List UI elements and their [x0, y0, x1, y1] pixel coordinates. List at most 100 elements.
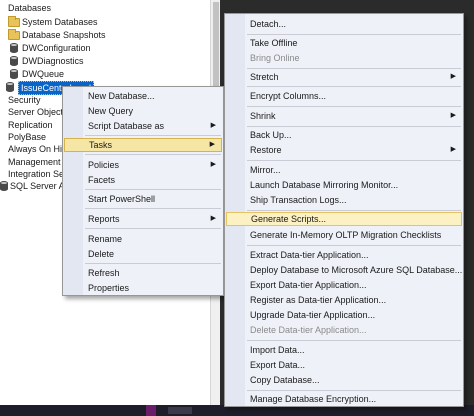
menu-item-label: Manage Database Encryption...	[250, 394, 377, 404]
menu-item-start-powershell[interactable]: Start PowerShell	[64, 192, 222, 206]
menu-item-upgrade-data-tier[interactable]: Upgrade Data-tier Application...	[226, 308, 462, 322]
tree-node-label: Databases	[8, 3, 52, 13]
menu-item-ship-transaction-logs[interactable]: Ship Transaction Logs...	[226, 193, 462, 207]
menu-item-generate-oltp-checklists[interactable]: Generate In-Memory OLTP Migration Checkl…	[226, 228, 462, 242]
menu-separator	[247, 340, 461, 341]
taskbar-app-button[interactable]	[168, 407, 192, 414]
menu-item-label: Export Data...	[250, 360, 306, 370]
tree-node-label: DWQueue	[22, 69, 65, 79]
menu-item-bring-online[interactable]: Bring Online	[226, 51, 462, 65]
menu-item-label: Extract Data-tier Application...	[250, 250, 369, 260]
menu-item-back-up[interactable]: Back Up...	[226, 128, 462, 142]
menu-item-rename[interactable]: Rename	[64, 232, 222, 246]
menu-separator	[247, 86, 461, 87]
submenu-arrow-icon: ▶	[210, 161, 216, 168]
menu-item-shrink[interactable]: Shrink ▶	[226, 109, 462, 123]
menu-separator	[247, 245, 461, 246]
menu-item-launch-mirroring-monitor[interactable]: Launch Database Mirroring Monitor...	[226, 178, 462, 192]
menu-item-export-data-tier[interactable]: Export Data-tier Application...	[226, 278, 462, 292]
menu-item-label: Import Data...	[250, 345, 305, 355]
menu-item-manage-encryption[interactable]: Manage Database Encryption...	[226, 392, 462, 406]
menu-item-label: Detach...	[250, 19, 287, 29]
menu-item-policies[interactable]: Policies ▶	[64, 158, 222, 172]
submenu-arrow-icon: ▶	[209, 141, 215, 148]
menu-item-restore[interactable]: Restore ▶	[226, 143, 462, 157]
menu-item-label: Script Database as	[88, 121, 165, 131]
menu-item-new-database[interactable]: New Database...	[64, 89, 222, 103]
submenu-arrow-icon: ▶	[450, 73, 456, 80]
menu-item-generate-scripts[interactable]: Generate Scripts...	[226, 212, 462, 226]
menu-item-label: Generate Scripts...	[251, 214, 327, 224]
menu-item-take-offline[interactable]: Take Offline	[226, 36, 462, 50]
tree-node-label: PolyBase	[8, 132, 47, 142]
menu-item-label: Launch Database Mirroring Monitor...	[250, 180, 399, 190]
menu-item-label: Reports	[88, 214, 120, 224]
menu-item-export-data[interactable]: Export Data...	[226, 358, 462, 372]
menu-item-label: Export Data-tier Application...	[250, 280, 367, 290]
menu-item-reports[interactable]: Reports ▶	[64, 212, 222, 226]
tree-node-label: DWDiagnostics	[22, 56, 84, 66]
database-icon	[6, 82, 14, 92]
menu-item-deploy-to-azure[interactable]: Deploy Database to Microsoft Azure SQL D…	[226, 263, 462, 277]
menu-item-label: Facets	[88, 175, 116, 185]
tree-node-label: DWConfiguration	[22, 43, 91, 53]
tree-node-label: Server Objects	[8, 107, 68, 117]
menu-item-label: Take Offline	[250, 38, 298, 48]
menu-item-label: New Database...	[88, 91, 155, 101]
menu-item-new-query[interactable]: New Query	[64, 104, 222, 118]
menu-separator	[247, 210, 461, 211]
tasks-submenu: Detach... Take Offline Bring Online Stre…	[224, 13, 464, 407]
menu-separator	[247, 390, 461, 391]
menu-item-label: Generate In-Memory OLTP Migration Checkl…	[250, 230, 442, 240]
menu-separator	[85, 189, 221, 190]
menu-item-tasks[interactable]: Tasks ▶	[64, 138, 222, 152]
tree-node-label: Integration Ser	[8, 169, 68, 179]
menu-separator	[247, 160, 461, 161]
menu-item-delete[interactable]: Delete	[64, 247, 222, 261]
menu-item-label: Properties	[88, 283, 130, 293]
menu-separator	[85, 228, 221, 229]
menu-item-copy-database[interactable]: Copy Database...	[226, 373, 462, 387]
menu-item-label: New Query	[88, 106, 134, 116]
menu-separator	[85, 154, 221, 155]
taskbar-app-icon[interactable]	[146, 405, 156, 416]
menu-separator	[85, 135, 221, 136]
menu-item-script-database-as[interactable]: Script Database as ▶	[64, 119, 222, 133]
menu-item-properties[interactable]: Properties	[64, 281, 222, 295]
menu-item-label: Shrink	[250, 111, 276, 121]
menu-separator	[247, 68, 461, 69]
menu-item-label: Tasks	[89, 140, 113, 150]
menu-item-detach[interactable]: Detach...	[226, 17, 462, 31]
menu-item-mirror[interactable]: Mirror...	[226, 163, 462, 177]
database-context-menu: New Database... New Query Script Databas…	[62, 86, 224, 296]
menu-item-stretch[interactable]: Stretch ▶	[226, 70, 462, 84]
menu-item-label: Bring Online	[250, 53, 300, 63]
menu-separator	[247, 126, 461, 127]
menu-separator	[85, 208, 221, 209]
menu-item-label: Deploy Database to Microsoft Azure SQL D…	[250, 265, 463, 275]
menu-item-import-data[interactable]: Import Data...	[226, 343, 462, 357]
menu-separator	[247, 106, 461, 107]
folder-icon	[8, 16, 20, 27]
tree-node-label: Management	[8, 157, 61, 167]
menu-item-label: Delete Data-tier Application...	[250, 325, 367, 335]
menu-item-label: Ship Transaction Logs...	[250, 195, 347, 205]
tree-node-label: Security	[8, 95, 41, 105]
menu-item-label: Back Up...	[250, 130, 292, 140]
menu-item-register-data-tier[interactable]: Register as Data-tier Application...	[226, 293, 462, 307]
tree-node-label: System Databases	[22, 17, 98, 27]
menu-item-label: Encrypt Columns...	[250, 91, 327, 101]
folder-icon	[8, 29, 20, 40]
menu-item-facets[interactable]: Facets	[64, 173, 222, 187]
menu-item-extract-data-tier[interactable]: Extract Data-tier Application...	[226, 248, 462, 262]
agent-icon	[0, 181, 8, 191]
submenu-arrow-icon: ▶	[450, 146, 456, 153]
menu-item-label: Start PowerShell	[88, 194, 156, 204]
menu-item-refresh[interactable]: Refresh	[64, 266, 222, 280]
menu-item-delete-data-tier[interactable]: Delete Data-tier Application...	[226, 323, 462, 337]
menu-item-label: Stretch	[250, 72, 279, 82]
menu-item-encrypt-columns[interactable]: Encrypt Columns...	[226, 89, 462, 103]
menu-item-label: Upgrade Data-tier Application...	[250, 310, 376, 320]
menu-separator	[85, 263, 221, 264]
submenu-arrow-icon: ▶	[450, 112, 456, 119]
